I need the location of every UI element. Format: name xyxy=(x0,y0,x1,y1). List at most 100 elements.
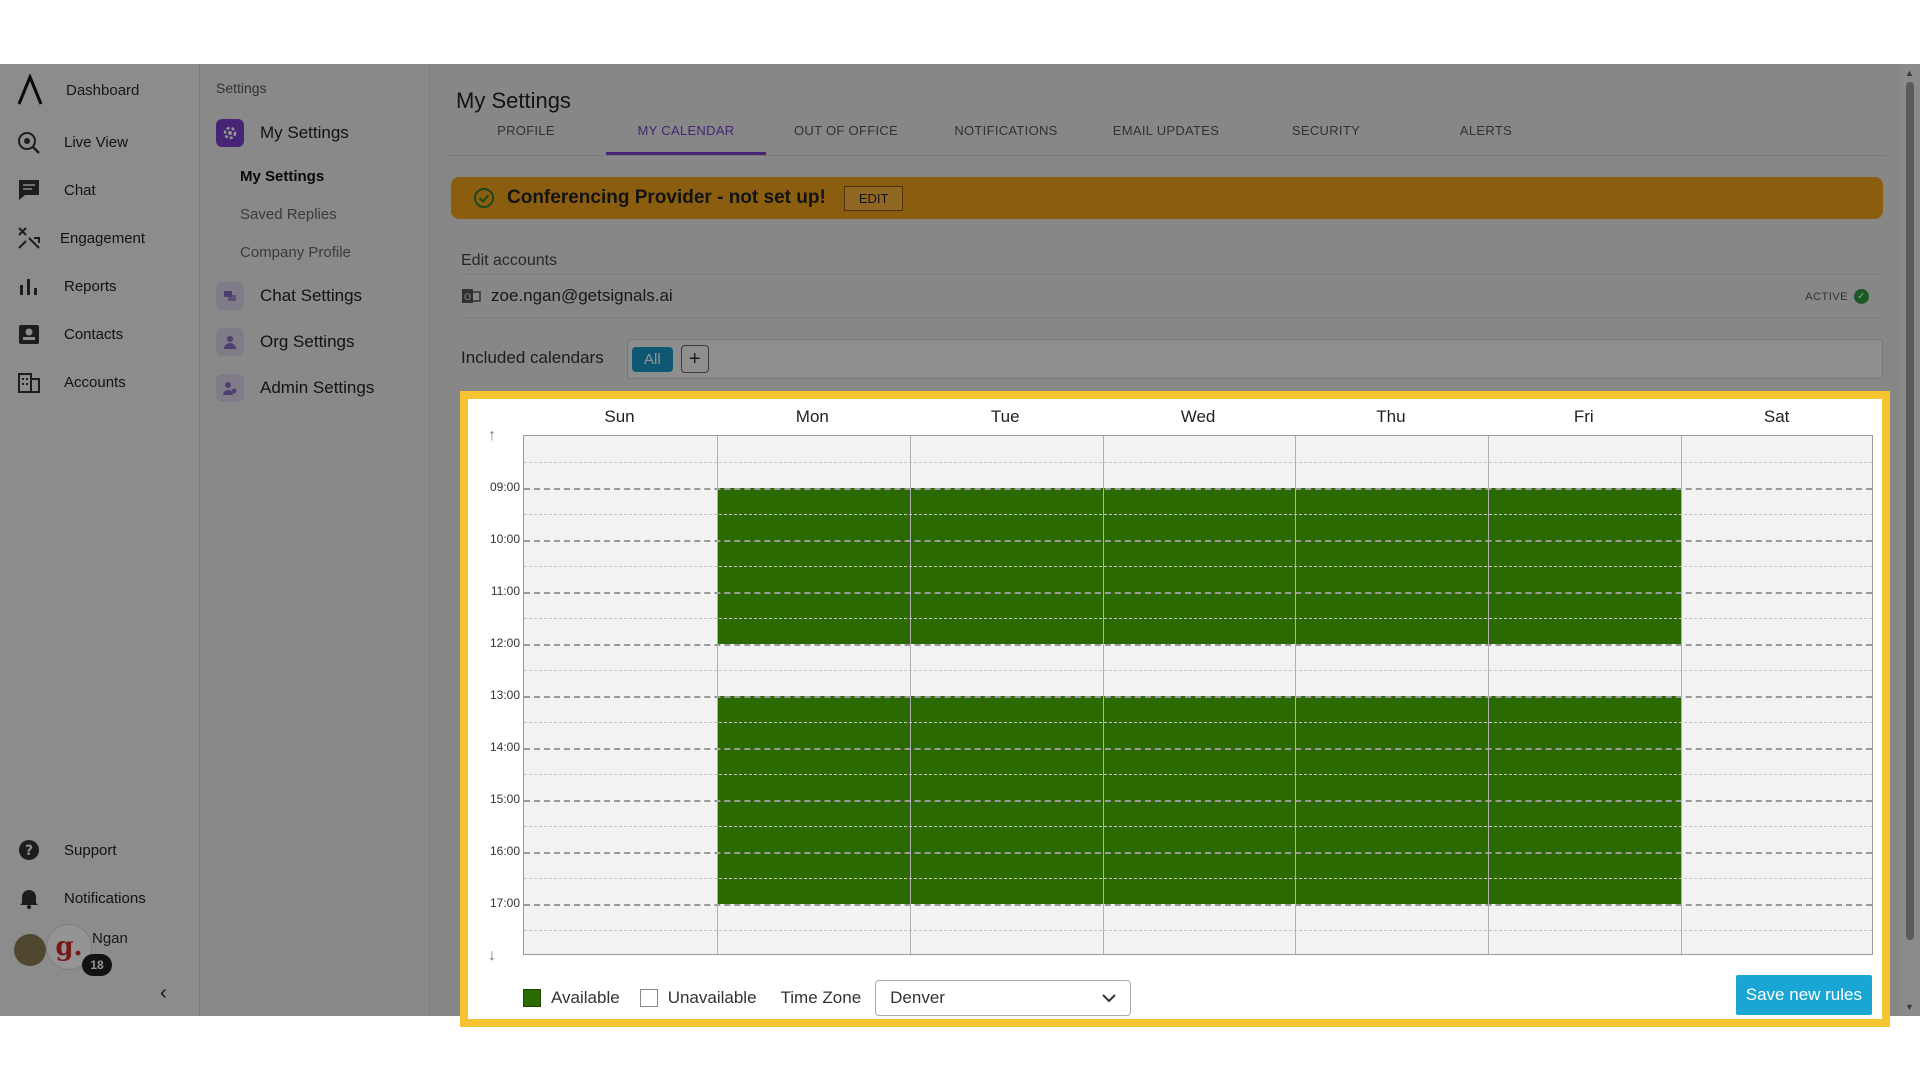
weekly-availability-grid[interactable] xyxy=(523,435,1873,955)
save-new-rules-button[interactable]: Save new rules xyxy=(1735,975,1872,1015)
building-icon xyxy=(18,373,40,393)
unavailable-swatch xyxy=(639,989,658,1007)
settings-group-label: Org Settings xyxy=(260,332,355,351)
tab-security[interactable]: SECURITY xyxy=(1246,122,1406,155)
day-column-line xyxy=(1102,436,1104,954)
settings-menu-title: Settings xyxy=(216,80,267,96)
scroll-up-icon[interactable]: ▲ xyxy=(1905,68,1914,78)
tab-alerts[interactable]: ALERTS xyxy=(1406,122,1566,155)
hour-line xyxy=(524,540,1872,542)
outlook-icon: O xyxy=(462,289,481,303)
settings-link-company-profile[interactable]: Company Profile xyxy=(240,244,351,261)
half-hour-line xyxy=(524,670,1872,671)
included-calendars-field[interactable]: All + xyxy=(627,339,1883,379)
add-calendar-button[interactable]: + xyxy=(680,345,709,373)
settings-group-chat-settings[interactable]: Chat Settings xyxy=(216,282,362,310)
hour-line xyxy=(524,904,1872,906)
hour-label: 15:00 xyxy=(489,792,520,806)
page-title: My Settings xyxy=(456,88,571,113)
check-icon: ✓ xyxy=(1854,289,1869,304)
day-column-line xyxy=(1681,436,1683,954)
banner-text: Conferencing Provider - not set up! xyxy=(507,187,826,208)
nav-label: Accounts xyxy=(64,373,126,391)
half-hour-line xyxy=(524,514,1872,515)
hour-line xyxy=(524,800,1872,802)
admin-settings-icon xyxy=(216,374,244,402)
scroll-thumb[interactable] xyxy=(1906,82,1914,940)
bell-icon xyxy=(20,890,38,909)
day-column-line xyxy=(1295,436,1297,954)
hour-label: 09:00 xyxy=(489,480,520,494)
day-column-line xyxy=(909,436,911,954)
chevron-down-icon xyxy=(1102,994,1116,1003)
nav-item-accounts[interactable]: Accounts xyxy=(16,364,126,400)
tab-notifications[interactable]: NOTIFICATIONS xyxy=(926,122,1086,155)
nav-label: Reports xyxy=(64,277,117,295)
day-header-mon: Mon xyxy=(795,407,829,426)
hour-line xyxy=(524,644,1872,646)
calendar-legend: Available Unavailable Time Zone Denver xyxy=(523,980,1132,1016)
hour-line xyxy=(524,852,1872,854)
nav-label: Chat xyxy=(64,181,96,199)
hour-label: 12:00 xyxy=(489,636,520,650)
check-circle-icon xyxy=(474,188,494,208)
hour-label: 10:00 xyxy=(489,532,520,546)
nav-item-support[interactable]: ? Support xyxy=(16,832,117,868)
nav-item-notifications[interactable]: Notifications xyxy=(16,880,146,916)
half-hour-line xyxy=(524,566,1872,567)
tab-profile[interactable]: PROFILE xyxy=(446,122,606,155)
nav-item-dashboard[interactable]: Dashboard xyxy=(16,74,139,106)
logo-icon xyxy=(17,74,43,105)
edit-conferencing-button[interactable]: EDIT xyxy=(843,185,904,211)
nav-item-contacts[interactable]: Contacts xyxy=(16,316,123,352)
nav-label: Engagement xyxy=(60,229,146,247)
nav-label: Contacts xyxy=(64,325,124,343)
bar-chart-icon xyxy=(20,279,37,295)
engagement-icon xyxy=(18,227,40,249)
calendar-chip-all[interactable]: All xyxy=(632,346,673,372)
hour-line xyxy=(524,488,1872,490)
org-settings-icon xyxy=(216,328,244,356)
user-name: Ngan xyxy=(92,930,128,947)
help-icon: ? xyxy=(19,840,39,860)
edit-accounts-heading: Edit accounts xyxy=(461,252,558,269)
hour-label: 11:00 xyxy=(490,584,520,598)
settings-link-saved-replies[interactable]: Saved Replies xyxy=(240,206,337,223)
svg-text:O: O xyxy=(464,293,471,303)
nav-item-live-view[interactable]: Live View xyxy=(16,124,128,160)
main-nav: Dashboard Live View Chat Engagement Repo… xyxy=(0,64,200,1016)
day-header-sat: Sat xyxy=(1763,407,1790,426)
settings-group-admin-settings[interactable]: Admin Settings xyxy=(216,374,374,402)
settings-link-my-settings[interactable]: My Settings xyxy=(240,168,324,185)
scroll-down-icon[interactable]: ▼ xyxy=(1905,1002,1914,1012)
arrow-down-icon[interactable]: ↓ xyxy=(488,947,496,965)
tab-my-calendar[interactable]: MY CALENDAR xyxy=(606,122,766,155)
tab-out-of-office[interactable]: OUT OF OFFICE xyxy=(766,122,926,155)
nav-item-reports[interactable]: Reports xyxy=(16,268,117,304)
settings-group-my-settings[interactable]: My Settings xyxy=(216,119,349,147)
account-status-label: ACTIVE xyxy=(1805,290,1848,303)
collapse-sidebar-button[interactable]: ‹ xyxy=(160,982,167,1005)
half-hour-line xyxy=(524,618,1872,619)
chat-icon xyxy=(19,180,39,200)
gear-icon xyxy=(216,119,244,147)
hour-label: 17:00 xyxy=(489,896,520,910)
account-row[interactable]: O zoe.ngan@getsignals.ai ACTIVE ✓ xyxy=(461,274,1883,318)
chat-settings-icon xyxy=(216,282,244,310)
nav-label: Support xyxy=(64,841,117,859)
page-scrollbar[interactable]: ▲ ▼ xyxy=(1900,64,1920,1016)
hour-label: 16:00 xyxy=(489,844,520,858)
settings-group-org-settings[interactable]: Org Settings xyxy=(216,328,355,356)
timezone-value: Denver xyxy=(890,988,945,1007)
day-header-thu: Thu xyxy=(1376,407,1406,426)
nav-item-engagement[interactable]: Engagement xyxy=(16,220,145,256)
legend-unavailable: Unavailable xyxy=(667,988,757,1007)
tab-email-updates[interactable]: EMAIL UPDATES xyxy=(1086,122,1246,155)
arrow-up-icon[interactable]: ↑ xyxy=(488,427,496,445)
avatar xyxy=(14,934,46,966)
legend-available: Available xyxy=(551,988,620,1007)
user-menu[interactable]: g. Ngan 18 xyxy=(12,924,142,984)
nav-item-chat[interactable]: Chat xyxy=(16,172,96,208)
timezone-select[interactable]: Denver xyxy=(875,980,1132,1016)
half-hour-line xyxy=(524,930,1872,931)
